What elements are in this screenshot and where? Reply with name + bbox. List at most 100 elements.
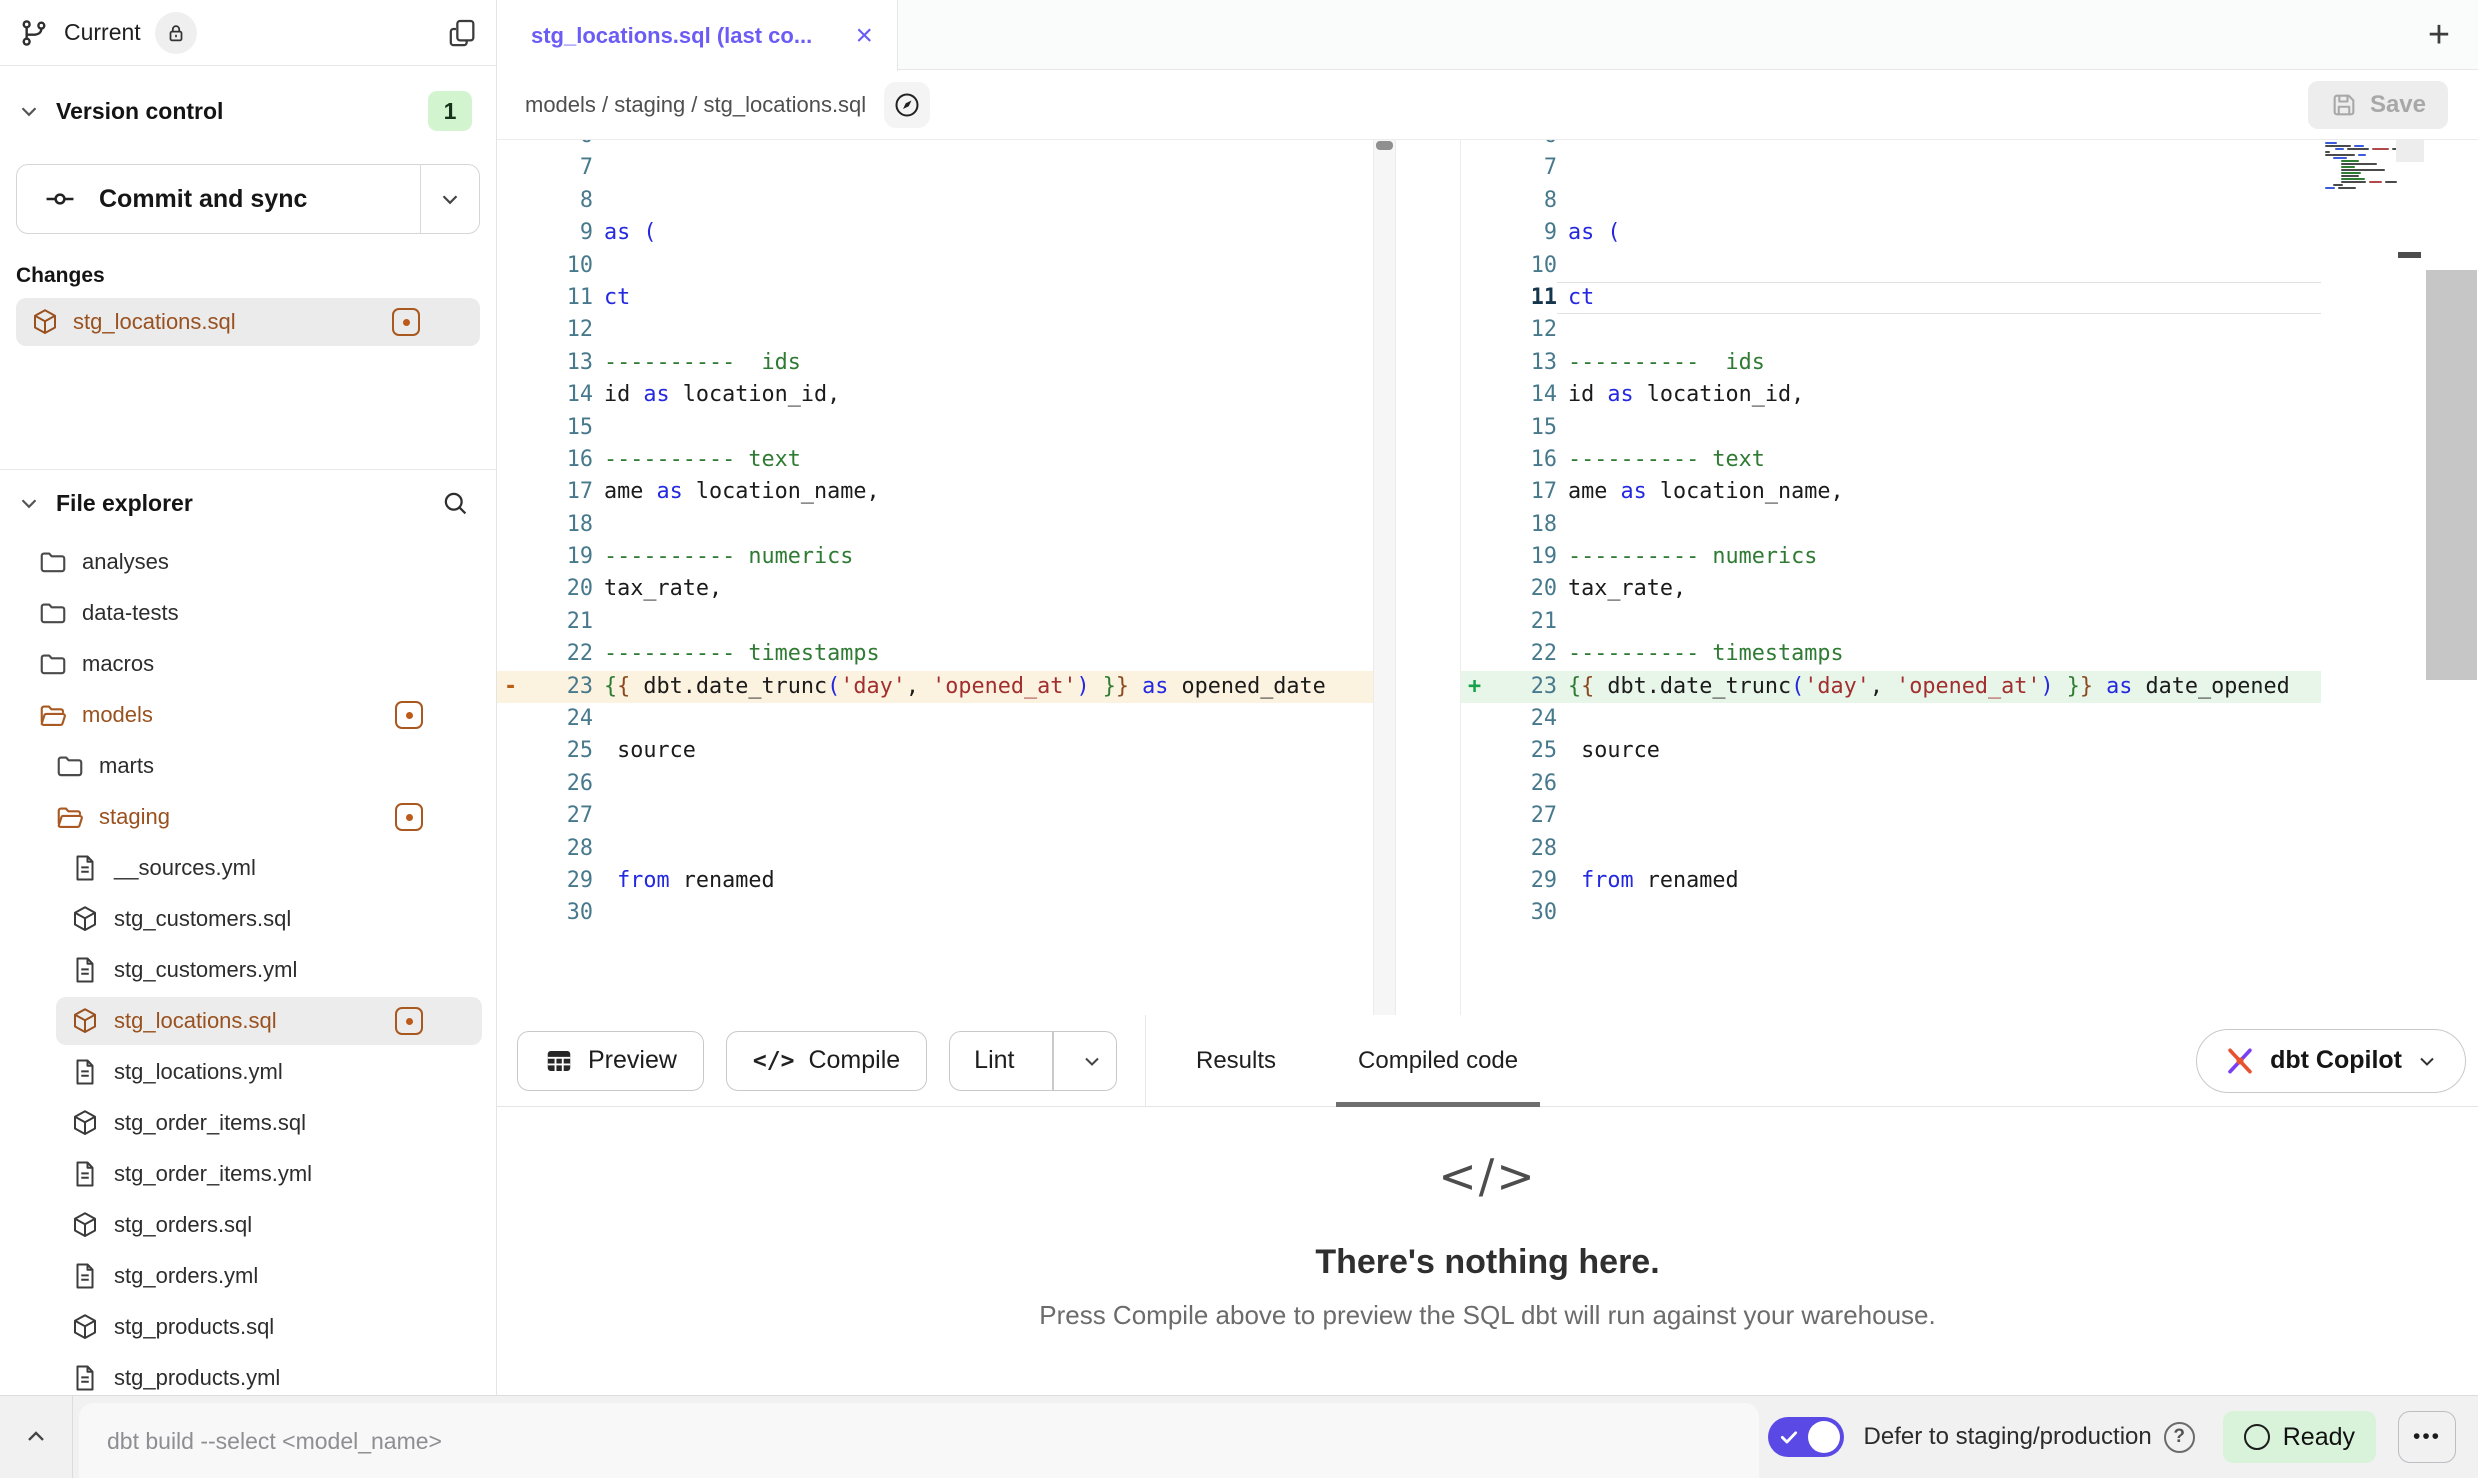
minimap-viewport (2396, 140, 2424, 162)
file-item-__sources.yml[interactable]: __sources.yml (0, 844, 496, 892)
code-line-12: 12 (497, 314, 1373, 346)
empty-state-subtitle: Press Compile above to preview the SQL d… (1039, 1300, 1936, 1331)
file-label: analyses (82, 549, 169, 575)
file-item-stg_order_items.sql[interactable]: stg_order_items.sql (0, 1099, 496, 1147)
code-line-12: 12 (1461, 314, 2321, 346)
file-explorer-header[interactable]: File explorer (0, 486, 496, 520)
close-tab-icon[interactable]: × (855, 21, 873, 51)
help-icon[interactable]: ? (2164, 1422, 2195, 1453)
code-line-9: 9as ( (1461, 217, 2321, 249)
file-tree: analyses data-tests macros models marts … (0, 538, 496, 1395)
file-item-marts[interactable]: marts (0, 742, 496, 790)
overflow-menu-button[interactable]: ••• (2398, 1411, 2456, 1463)
code-line-6: 6 (1461, 140, 2321, 152)
file-item-stg_orders.yml[interactable]: stg_orders.yml (0, 1252, 496, 1300)
file-explorer-title: File explorer (56, 490, 193, 517)
file-label: stg_locations.yml (114, 1059, 283, 1085)
file-icon (70, 1057, 100, 1087)
copilot-icon (2223, 1044, 2257, 1078)
save-icon (2330, 91, 2358, 119)
dbt-ide-window: Current Version c (0, 0, 2478, 1478)
file-icon (70, 1363, 100, 1393)
code-line-25: 25 source (1461, 735, 2321, 767)
file-item-stg_order_items.yml[interactable]: stg_order_items.yml (0, 1150, 496, 1198)
version-control-header[interactable]: Version control 1 (16, 94, 480, 128)
search-icon[interactable] (440, 488, 470, 518)
file-item-models[interactable]: models (0, 691, 496, 739)
file-item-data-tests[interactable]: data-tests (0, 589, 496, 637)
file-label: __sources.yml (114, 855, 256, 881)
table-icon (544, 1046, 574, 1076)
tab-stg_locations[interactable]: stg_locations.sql (last co... × (497, 0, 898, 71)
code-line-16: 16---------- text (1461, 444, 2321, 476)
code-line-14: 14id as location_id, (497, 379, 1373, 411)
preview-button[interactable]: Preview (517, 1031, 704, 1091)
editor-scrollbar[interactable] (2424, 140, 2478, 1015)
lineage-button[interactable] (884, 82, 930, 128)
file-item-stg_customers.yml[interactable]: stg_customers.yml (0, 946, 496, 994)
status-label: Ready (2283, 1423, 2355, 1452)
folder-open-icon (38, 700, 68, 730)
file-item-stg_customers.sql[interactable]: stg_customers.sql (0, 895, 496, 943)
code-line-19: 19---------- numerics (1461, 541, 2321, 573)
code-line-14: 14id as location_id, (1461, 379, 2321, 411)
code-line-30: 30 (497, 897, 1373, 929)
compile-label: Compile (808, 1046, 900, 1075)
file-item-stg_orders.sql[interactable]: stg_orders.sql (0, 1201, 496, 1249)
results-tabs: Results Compiled code (1196, 1015, 1518, 1106)
changed-file-row[interactable]: stg_locations.sql (16, 298, 480, 346)
branch-name: Current (64, 19, 141, 46)
git-commit-icon (43, 182, 77, 216)
file-label: marts (99, 753, 154, 779)
connection-status-badge[interactable]: Ready (2223, 1411, 2376, 1463)
left-pane-scrollbar[interactable] (1373, 140, 1396, 1015)
file-item-macros[interactable]: macros (0, 640, 496, 688)
status-circle-icon (2244, 1424, 2270, 1450)
minimap[interactable] (2325, 140, 2397, 190)
code-line-13: 13---------- ids (497, 347, 1373, 379)
lint-label: Lint (950, 1032, 1038, 1090)
file-item-analyses[interactable]: analyses (0, 538, 496, 586)
chevron-down-icon (2415, 1049, 2439, 1073)
empty-state-title: There's nothing here. (1315, 1243, 1659, 1282)
compile-button[interactable]: </> Compile (726, 1031, 927, 1091)
file-item-stg_products.yml[interactable]: stg_products.yml (0, 1354, 496, 1395)
folder-icon (38, 598, 68, 628)
breadcrumb[interactable]: models / staging / stg_locations.sql (525, 92, 866, 118)
code-line-17: 17ame as location_name, (1461, 476, 2321, 508)
model-icon (70, 1006, 100, 1036)
lint-options-button[interactable] (1068, 1032, 1116, 1090)
diff-right-pane[interactable]: 6789as (1011ct1213---------- ids14id as … (1460, 140, 2321, 1015)
code-line-16: 16---------- text (497, 444, 1373, 476)
save-button[interactable]: Save (2308, 81, 2448, 129)
file-item-stg_locations.yml[interactable]: stg_locations.yml (0, 1048, 496, 1096)
code-line-25: 25 source (497, 735, 1373, 767)
commit-and-sync-button[interactable]: Commit and sync (16, 164, 480, 234)
minimap-scroll-indicator (2398, 252, 2421, 258)
file-item-stg_products.sql[interactable]: stg_products.sql (0, 1303, 496, 1351)
tab-compiled-code[interactable]: Compiled code (1358, 1015, 1518, 1106)
command-input[interactable] (105, 1427, 1676, 1456)
file-item-stg_locations.sql[interactable]: stg_locations.sql (56, 997, 482, 1045)
code-line-15: 15 (1461, 412, 2321, 444)
code-line-29: 29 from renamed (497, 865, 1373, 897)
new-tab-button[interactable]: + (2416, 12, 2462, 58)
dbt-copilot-button[interactable]: dbt Copilot (2196, 1029, 2466, 1093)
copy-branch-icon[interactable] (446, 17, 478, 49)
code-line-7: 7 (497, 152, 1373, 184)
defer-toggle[interactable] (1768, 1417, 1844, 1457)
lint-button[interactable]: Lint (949, 1031, 1117, 1091)
model-icon (70, 904, 100, 934)
modified-badge (395, 1007, 423, 1035)
file-explorer-section: File explorer analyses data-tests macros… (0, 470, 496, 1395)
commit-options-button[interactable] (421, 186, 479, 212)
tab-results[interactable]: Results (1196, 1015, 1276, 1106)
code-line-29: 29 from renamed (1461, 865, 2321, 897)
branch-readonly-badge (155, 12, 197, 54)
expand-command-bar-button[interactable] (0, 1396, 72, 1478)
diff-left-pane[interactable]: 6789as (1011ct1213---------- ids14id as … (497, 140, 1373, 1015)
preview-label: Preview (588, 1046, 677, 1075)
file-item-staging[interactable]: staging (0, 793, 496, 841)
code-line-22: 22---------- timestamps (497, 638, 1373, 670)
code-line-11: 11ct (1461, 282, 2321, 314)
